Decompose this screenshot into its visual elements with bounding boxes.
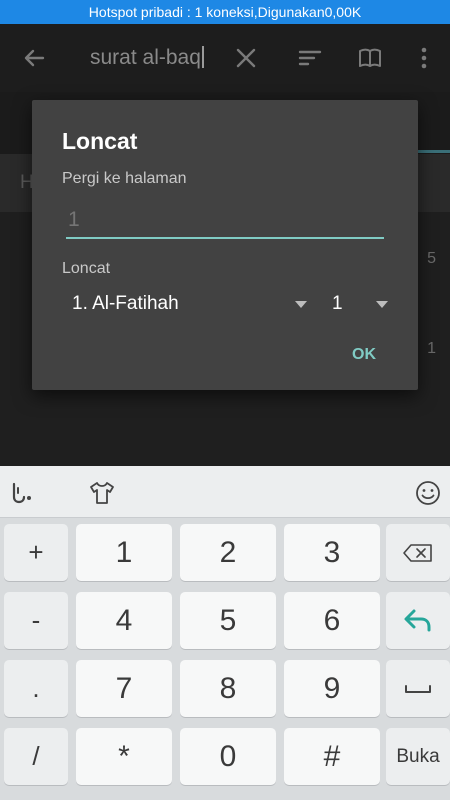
screen: Hotspot pribadi : 1 koneksi,Digunakan0,0… [0,0,450,800]
search-input[interactable]: surat al-baq [90,46,204,70]
back-arrow-icon[interactable] [20,44,48,72]
space-key[interactable] [386,660,450,717]
key-label: 1 [115,536,133,569]
key-hash[interactable]: # [284,728,380,785]
jump-label: Loncat [62,260,111,277]
search-query: surat al-baq [90,46,201,69]
space-bar-icon [405,684,431,693]
emoji-smiley-icon[interactable] [414,479,442,507]
key-label: 7 [115,672,133,705]
key-minus[interactable]: - [4,592,68,649]
key-asterisk[interactable]: * [76,728,172,785]
key-slash[interactable]: / [4,728,68,785]
key-label: - [31,605,41,635]
key-label: 6 [323,604,341,637]
key-label: 0 [219,740,237,773]
key-label: 8 [219,672,237,705]
key-4[interactable]: 4 [76,592,172,649]
surah-dropdown-value: 1. Al-Fatihah [72,293,179,314]
hand-gesture-icon[interactable] [8,479,36,507]
key-3[interactable]: 3 [284,524,380,581]
status-bar: Hotspot pribadi : 1 koneksi,Digunakan0,0… [0,0,450,24]
key-6[interactable]: 6 [284,592,380,649]
key-label: * [118,740,130,773]
ayah-dropdown-value: 1 [332,293,343,314]
keyboard: + 1 2 3 - 4 5 6 . 7 8 9 / * 0 # Buka [0,466,450,800]
key-label: 3 [323,536,341,569]
enter-key[interactable] [386,592,450,649]
key-label: Buka [396,746,440,767]
key-label: 4 [115,604,133,637]
dropdown-arrow-icon [295,301,307,308]
sort-icon[interactable] [296,44,324,72]
tab-indicator [418,150,450,153]
list-item-number: 1 [427,340,436,357]
app-bar: surat al-baq [0,24,450,92]
surah-dropdown[interactable]: 1. Al-Fatihah [72,293,307,321]
open-action-key[interactable]: Buka [386,728,450,785]
jump-dialog: Loncat Pergi ke halaman Loncat 1. Al-Fat… [32,100,418,390]
key-1[interactable]: 1 [76,524,172,581]
key-label: 5 [219,604,237,637]
key-label: 2 [219,536,237,569]
key-8[interactable]: 8 [180,660,276,717]
more-options-icon[interactable] [410,44,438,72]
list-item-number: 5 [427,250,436,267]
key-label: / [32,741,40,771]
key-7[interactable]: 7 [76,660,172,717]
key-0[interactable]: 0 [180,728,276,785]
key-5[interactable]: 5 [180,592,276,649]
key-9[interactable]: 9 [284,660,380,717]
dropdown-arrow-icon [376,301,388,308]
clear-icon[interactable] [232,44,260,72]
key-label: + [28,537,44,567]
backspace-icon [403,543,432,562]
text-caret [201,46,204,68]
page-number-input[interactable] [66,203,384,239]
ok-button[interactable]: OK [340,340,388,370]
key-label: . [32,673,40,703]
ayah-dropdown[interactable]: 1 [332,293,388,321]
key-label: 9 [323,672,341,705]
enter-arrow-icon [404,609,431,631]
dialog-title: Loncat [62,128,138,154]
key-2[interactable]: 2 [180,524,276,581]
key-plus[interactable]: + [4,524,68,581]
page-label: Pergi ke halaman [62,170,187,187]
backspace-key[interactable] [386,524,450,581]
book-icon[interactable] [356,44,384,72]
key-period[interactable]: . [4,660,68,717]
theme-shirt-icon[interactable] [88,479,116,507]
key-label: # [323,740,341,773]
keyboard-toolbar [0,466,450,518]
